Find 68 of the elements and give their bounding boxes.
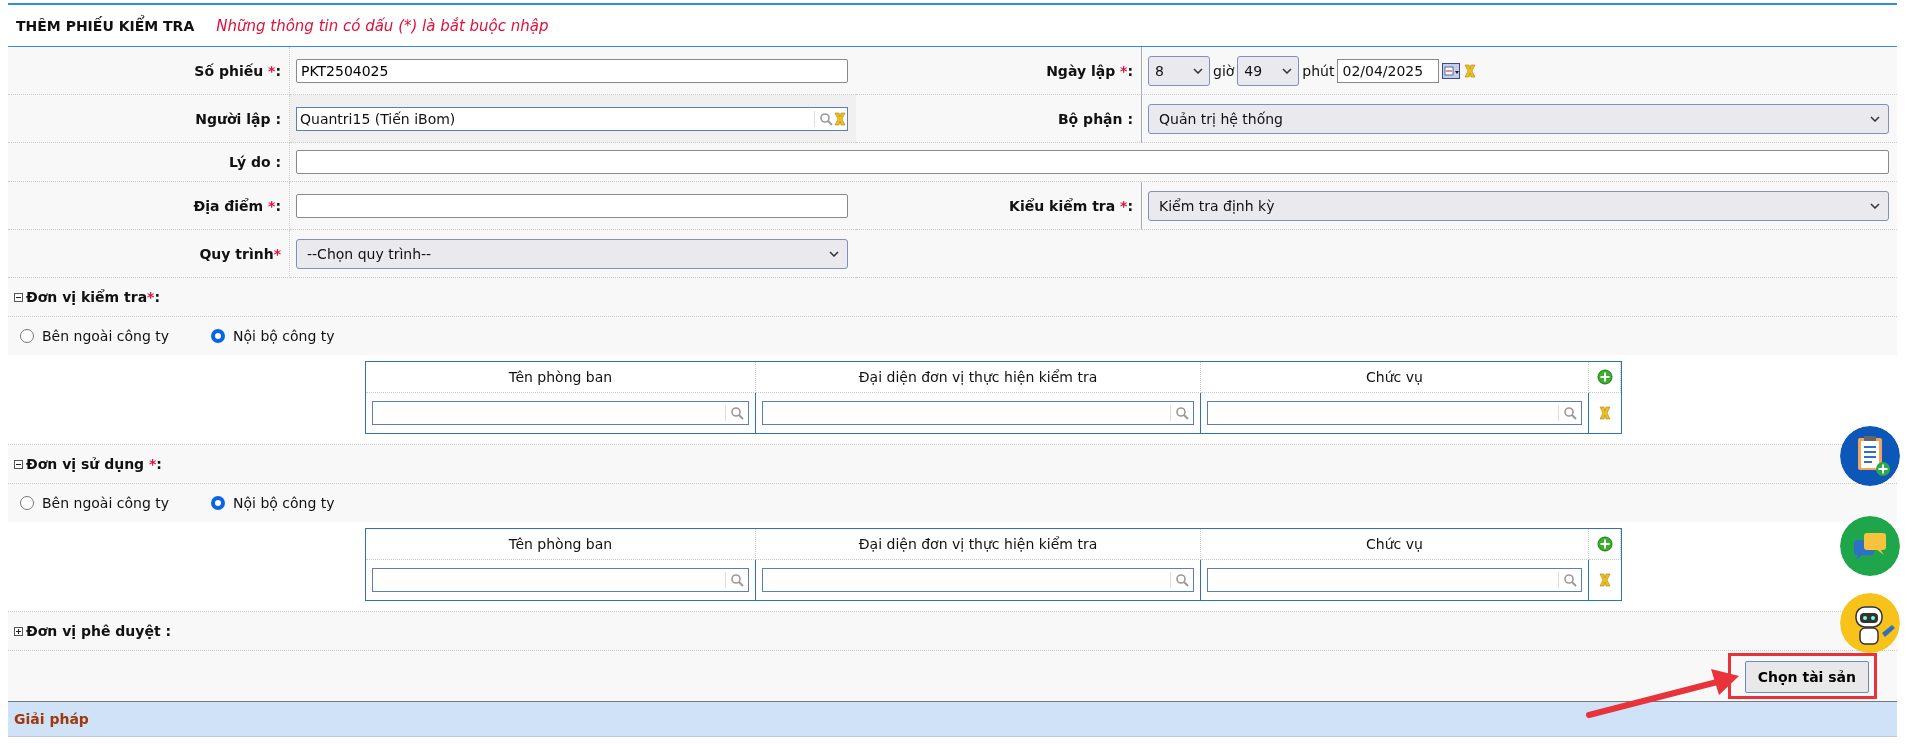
clipboard-add-icon[interactable] bbox=[1840, 426, 1900, 486]
search-field[interactable] bbox=[762, 401, 1194, 425]
add-icon[interactable] bbox=[1596, 536, 1613, 552]
chat-icon[interactable] bbox=[1840, 516, 1900, 576]
clear-icon[interactable] bbox=[833, 111, 847, 126]
column-header: Chức vụ bbox=[1201, 362, 1589, 393]
choose-asset-button[interactable]: Chọn tài sản bbox=[1744, 661, 1869, 693]
calendar-icon[interactable] bbox=[1442, 62, 1461, 79]
collapse-icon[interactable] bbox=[14, 292, 23, 302]
search-field[interactable] bbox=[1207, 568, 1582, 592]
text-field[interactable] bbox=[296, 193, 848, 218]
chevron-down-icon bbox=[1870, 115, 1880, 122]
collapse-icon[interactable] bbox=[14, 459, 23, 469]
chevron-down-icon bbox=[829, 250, 839, 257]
column-header: Chức vụ bbox=[1201, 529, 1589, 560]
chevron-down-icon bbox=[1282, 67, 1293, 74]
panel-title: Giải pháp bbox=[14, 711, 89, 727]
section-title: Đơn vị kiểm tra*: bbox=[26, 289, 161, 305]
text-field[interactable] bbox=[296, 150, 1889, 174]
required-note: Những thông tin có dấu (*) là bắt buộc nhập bbox=[216, 16, 549, 35]
radio-option[interactable]: Nội bộ công ty bbox=[211, 328, 335, 344]
form-title: THÊM PHIẾU KIỂM TRA bbox=[16, 17, 195, 34]
search-field[interactable] bbox=[372, 401, 749, 425]
search-icon[interactable] bbox=[730, 406, 744, 420]
radio-option[interactable]: Bên ngoài công ty bbox=[20, 328, 170, 344]
radio-option[interactable]: Bên ngoài công ty bbox=[20, 495, 170, 511]
column-header: Tên phòng ban bbox=[366, 529, 756, 560]
minute-dropdown[interactable]: 49 bbox=[1237, 55, 1300, 86]
field-label: Quy trình* bbox=[199, 245, 281, 262]
lookup-field[interactable]: Quantri15 (Tiến iBom) bbox=[296, 106, 848, 131]
robot-icon[interactable] bbox=[1840, 593, 1900, 653]
column-header: Tên phòng ban bbox=[366, 362, 756, 393]
field-label: Bộ phận : bbox=[1057, 110, 1133, 127]
add-icon[interactable] bbox=[1596, 369, 1613, 385]
field-label: Người lập : bbox=[195, 110, 281, 127]
select-dropdown[interactable]: Quản trị hệ thống bbox=[1148, 103, 1889, 134]
field-label: Ngày lập *: bbox=[1046, 62, 1133, 79]
section-title: Đơn vị phê duyệt : bbox=[26, 623, 172, 639]
chevron-down-icon bbox=[1870, 202, 1880, 209]
expand-icon[interactable] bbox=[14, 626, 23, 636]
search-icon[interactable] bbox=[1175, 573, 1189, 587]
search-icon[interactable] bbox=[1563, 573, 1577, 587]
search-icon[interactable] bbox=[730, 573, 744, 587]
chevron-down-icon bbox=[1193, 67, 1203, 74]
select-dropdown[interactable]: Kiểm tra định kỳ bbox=[1148, 190, 1889, 221]
field-label: Kiểu kiểm tra *: bbox=[1009, 197, 1133, 214]
search-field[interactable] bbox=[762, 568, 1194, 592]
column-header: Đại diện đơn vị thực hiện kiểm tra bbox=[756, 529, 1201, 560]
clear-icon[interactable] bbox=[1598, 406, 1612, 420]
date-field[interactable]: 02/04/2025 bbox=[1337, 58, 1440, 83]
unit-label: phút bbox=[1302, 62, 1335, 79]
clear-icon[interactable] bbox=[1463, 63, 1478, 78]
text-field[interactable]: PKT2504025 bbox=[296, 58, 848, 83]
field-label: Địa điểm *: bbox=[193, 197, 281, 214]
search-icon[interactable] bbox=[1563, 406, 1577, 420]
search-field[interactable] bbox=[1207, 401, 1582, 425]
column-header: Đại diện đơn vị thực hiện kiểm tra bbox=[756, 362, 1201, 393]
hour-dropdown[interactable]: 8 bbox=[1148, 55, 1210, 86]
section-title: Đơn vị sử dụng *: bbox=[26, 456, 162, 472]
search-icon[interactable] bbox=[1175, 406, 1189, 420]
search-field[interactable] bbox=[372, 568, 749, 592]
unit-label: giờ bbox=[1213, 62, 1235, 79]
field-label: Lý do : bbox=[228, 154, 281, 170]
clear-icon[interactable] bbox=[1598, 573, 1612, 587]
search-icon[interactable] bbox=[819, 111, 833, 126]
radio-option[interactable]: Nội bộ công ty bbox=[211, 495, 335, 511]
field-label: Số phiếu *: bbox=[194, 62, 281, 79]
select-dropdown[interactable]: --Chọn quy trình-- bbox=[296, 238, 848, 269]
